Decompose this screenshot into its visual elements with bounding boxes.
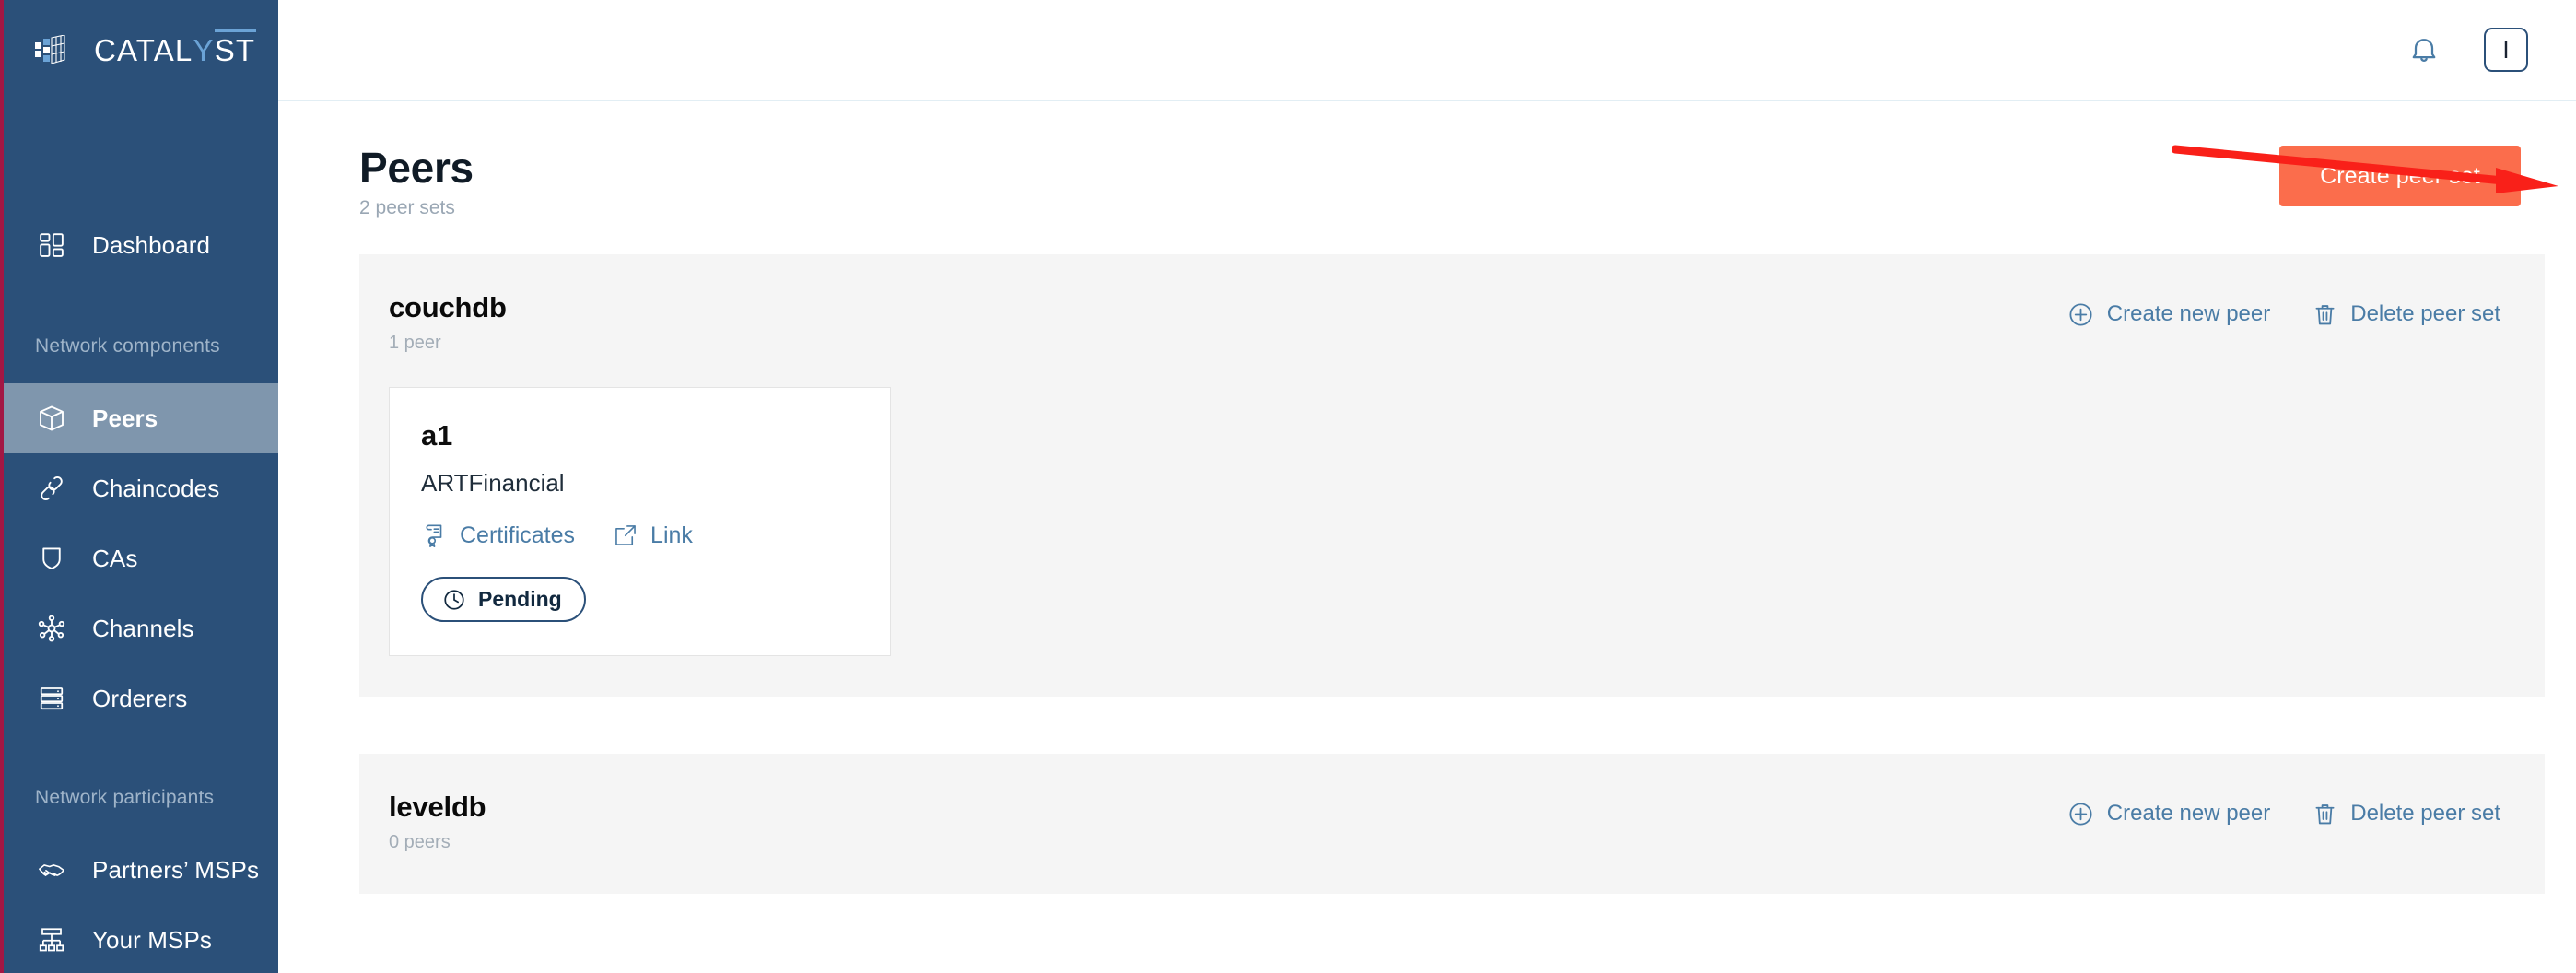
trash-icon (2311, 800, 2338, 827)
clock-icon (441, 587, 466, 612)
plus-circle-icon (2067, 300, 2095, 328)
action-label: Delete peer set (2350, 301, 2500, 327)
sidebar-item-label: Channels (92, 614, 194, 642)
sidebar: CATAL Y ST Dashboard Network components … (0, 0, 278, 973)
action-label: Create new peer (2106, 301, 2271, 327)
peer-links: Certificates Link (421, 522, 859, 549)
cube-icon (35, 402, 68, 435)
page-subtitle: 2 peer sets (359, 197, 455, 219)
plus-circle-icon (2067, 800, 2095, 827)
sidebar-item-channels[interactable]: Channels (0, 593, 278, 663)
trash-icon (2311, 300, 2338, 328)
dashboard-grid-icon (35, 229, 68, 262)
nav-section-network-participants: Network participants (35, 787, 215, 808)
avatar-initial: I (2502, 35, 2510, 64)
cube-grid-icon (35, 34, 70, 66)
link-label: Link (650, 522, 693, 548)
server-rack-icon (35, 682, 68, 715)
peer-set-title-block: couchdb 1 peer (389, 291, 507, 354)
brand-wordmark: CATAL Y ST (94, 29, 256, 68)
brand-text-highlight: Y (193, 33, 215, 67)
delete-peer-set-action[interactable]: Delete peer set (2311, 300, 2500, 328)
app-root: CATAL Y ST Dashboard Network components … (0, 0, 2576, 973)
avatar[interactable]: I (2484, 28, 2528, 72)
create-new-peer-action[interactable]: Create new peer (2067, 800, 2270, 827)
sidebar-item-label: Chaincodes (92, 474, 220, 502)
peer-set-title-block: leveldb 0 peers (389, 791, 486, 853)
peer-set-panel: leveldb 0 peers Create new peer Delete p… (359, 754, 2545, 895)
sidebar-item-cas[interactable]: CAs (0, 523, 278, 593)
brand-text-1: CATAL (94, 33, 193, 67)
sidebar-item-label: Dashboard (92, 230, 211, 259)
org-tree-icon (35, 923, 68, 956)
status-label: Pending (478, 587, 562, 612)
status-badge[interactable]: Pending (421, 577, 586, 623)
sidebar-item-chaincodes[interactable]: Chaincodes (0, 453, 278, 523)
delete-peer-set-action[interactable]: Delete peer set (2311, 800, 2500, 827)
external-link[interactable]: Link (612, 522, 693, 549)
bell-icon[interactable] (2403, 29, 2445, 71)
page-header: Peers 2 peer sets Create peer set (278, 101, 2576, 219)
sidebar-item-label: Peers (92, 404, 158, 432)
page-title-block: Peers 2 peer sets (359, 146, 474, 219)
nav-section-network-components: Network components (35, 335, 220, 357)
peer-set-header: couchdb 1 peer Create new peer Delete pe… (389, 291, 2500, 354)
page-title: Peers (359, 144, 474, 192)
link-chain-icon (35, 472, 68, 505)
sidebar-item-label: Orderers (92, 684, 188, 712)
create-peer-set-button[interactable]: Create peer set (2279, 146, 2521, 206)
sidebar-accent-edge (0, 0, 4, 973)
network-nodes-icon (35, 612, 68, 645)
sidebar-item-label: Partners’ MSPs (92, 855, 260, 884)
action-label: Create new peer (2106, 801, 2271, 826)
peer-set-header: leveldb 0 peers Create new peer Delete p… (389, 791, 2500, 853)
sidebar-item-peers[interactable]: Peers (0, 383, 278, 453)
peer-name: a1 (421, 419, 453, 452)
sidebar-item-your-msps[interactable]: Your MSPs (0, 905, 278, 973)
sidebar-item-partners-msps[interactable]: Partners’ MSPs (0, 835, 278, 905)
link-label: Certificates (460, 522, 576, 548)
brand-text-2: ST (214, 29, 256, 67)
peer-set-name: leveldb (389, 791, 486, 824)
sidebar-item-label: CAs (92, 544, 138, 572)
sidebar-item-dashboard[interactable]: Dashboard (0, 210, 278, 280)
peer-set-count: 0 peers (389, 832, 451, 853)
sidebar-item-label: Your MSPs (92, 925, 212, 954)
external-link-icon (612, 522, 639, 549)
sidebar-item-orderers[interactable]: Orderers (0, 663, 278, 733)
peer-card[interactable]: a1 ARTFinancial Certificates Link Pendin… (389, 387, 891, 657)
create-new-peer-action[interactable]: Create new peer (2067, 300, 2270, 328)
peer-card-grid: a1 ARTFinancial Certificates Link Pendin… (389, 387, 2500, 657)
main-content: I Peers 2 peer sets Create peer set couc… (278, 0, 2576, 973)
peer-org: ARTFinancial (421, 469, 565, 498)
handshake-icon (35, 853, 68, 886)
peer-sets-list: couchdb 1 peer Create new peer Delete pe… (278, 254, 2576, 895)
shield-icon (35, 542, 68, 575)
certificate-icon (421, 522, 449, 549)
certificates-link[interactable]: Certificates (421, 522, 575, 549)
peer-set-actions: Create new peer Delete peer set (2067, 291, 2500, 328)
peer-set-name: couchdb (389, 291, 507, 324)
brand[interactable]: CATAL Y ST (0, 0, 278, 101)
peer-set-count: 1 peer (389, 333, 441, 354)
action-label: Delete peer set (2350, 801, 2500, 826)
topbar: I (278, 0, 2576, 101)
peer-set-actions: Create new peer Delete peer set (2067, 791, 2500, 827)
sidebar-nav: Dashboard Network components Peers Chain… (0, 101, 278, 973)
peer-set-panel: couchdb 1 peer Create new peer Delete pe… (359, 254, 2545, 698)
